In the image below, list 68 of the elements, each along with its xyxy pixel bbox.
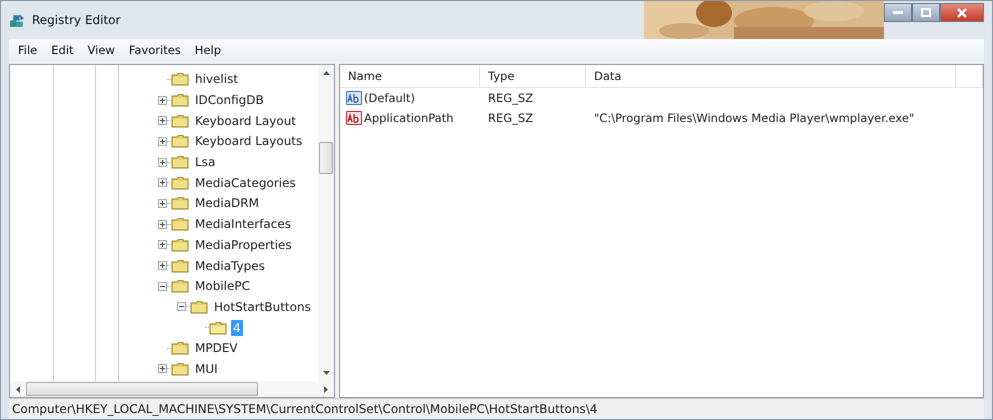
expand-icon[interactable] (158, 178, 167, 188)
folder-icon (171, 362, 189, 376)
registry-cubes-icon (9, 12, 26, 28)
vertical-scrollbar[interactable] (318, 65, 334, 381)
window-title: Registry Editor (32, 13, 120, 27)
scroll-left-icon (16, 386, 20, 392)
expand-icon[interactable] (158, 96, 167, 105)
folder-icon (171, 341, 189, 356)
menu-item[interactable]: Favorites (122, 43, 188, 57)
value-data: "C:\Program Files\Windows Media Player\wmplayer.exe" (594, 111, 914, 125)
menu-item[interactable]: Edit (44, 43, 81, 57)
expand-icon[interactable] (158, 158, 167, 167)
tree-item[interactable]: HotStartButtons (212, 298, 313, 315)
value-name[interactable]: (Default) (364, 91, 415, 105)
tree-item[interactable]: MPDEV (193, 340, 240, 356)
tree-item[interactable]: Lsa (193, 154, 218, 170)
folder-icon (171, 93, 189, 108)
tree-item[interactable]: Keyboard Layout (193, 112, 298, 129)
tree-item[interactable]: Keyboard Layouts (193, 133, 304, 150)
maximize-icon (921, 8, 931, 17)
close-button[interactable] (940, 3, 984, 22)
value-type: REG_SZ (488, 91, 534, 105)
tree-item[interactable]: MobilePC (193, 278, 252, 294)
scroll-thumb[interactable] (26, 382, 258, 396)
expand-icon[interactable] (158, 136, 167, 146)
value-name[interactable]: ApplicationPath (364, 111, 454, 125)
tree-item[interactable]: MediaDRM (193, 195, 261, 212)
menu-item[interactable]: View (80, 43, 122, 57)
value-type: REG_SZ (488, 111, 534, 125)
menu-item[interactable]: Help (188, 43, 228, 57)
scroll-thumb[interactable] (319, 142, 333, 174)
folder-icon (171, 258, 189, 273)
tree-item[interactable]: MUI (193, 360, 220, 377)
expand-icon[interactable] (158, 261, 167, 270)
scroll-down-icon (322, 371, 330, 375)
close-icon (957, 8, 967, 18)
expand-icon[interactable] (158, 198, 167, 208)
collapse-icon[interactable] (158, 282, 167, 291)
collapse-icon[interactable] (177, 302, 186, 312)
folder-icon (171, 217, 189, 232)
tree-item[interactable]: MediaCategories (193, 174, 298, 191)
folder-icon (171, 238, 189, 252)
expand-icon[interactable] (158, 364, 167, 374)
column-header[interactable]: Name (340, 65, 480, 87)
expand-icon[interactable] (158, 220, 167, 229)
folder-icon (171, 114, 189, 128)
tree-item[interactable]: MediaProperties (193, 236, 294, 253)
minimize-icon (893, 10, 903, 14)
expand-icon[interactable] (158, 116, 167, 126)
scroll-up-icon (322, 71, 330, 75)
minimize-button[interactable] (884, 3, 912, 22)
column-header[interactable]: Type (480, 65, 586, 87)
folder-icon (171, 155, 189, 170)
status-bar: Computer\HKEY_LOCAL_MACHINE\SYSTEM\CurrentControlSet\Control\MobilePC\HotStartButtons\4 (9, 398, 984, 419)
tree-item[interactable]: MediaTypes (193, 258, 267, 274)
folder-icon (171, 196, 189, 210)
tree-item[interactable]: MediaInterfaces (193, 216, 294, 232)
tree-item[interactable]: hivelist (193, 71, 240, 88)
menu-item[interactable]: File (11, 43, 44, 57)
folder-icon (171, 72, 189, 86)
maximize-button[interactable] (912, 3, 940, 22)
horizontal-scrollbar[interactable] (10, 381, 334, 397)
scroll-right-icon (324, 386, 328, 392)
tree-item[interactable]: IDConfigDB (193, 92, 266, 108)
expand-icon[interactable] (158, 240, 167, 250)
folder-icon (171, 134, 189, 148)
column-header[interactable]: Data (586, 65, 956, 87)
folder-icon (171, 176, 189, 190)
